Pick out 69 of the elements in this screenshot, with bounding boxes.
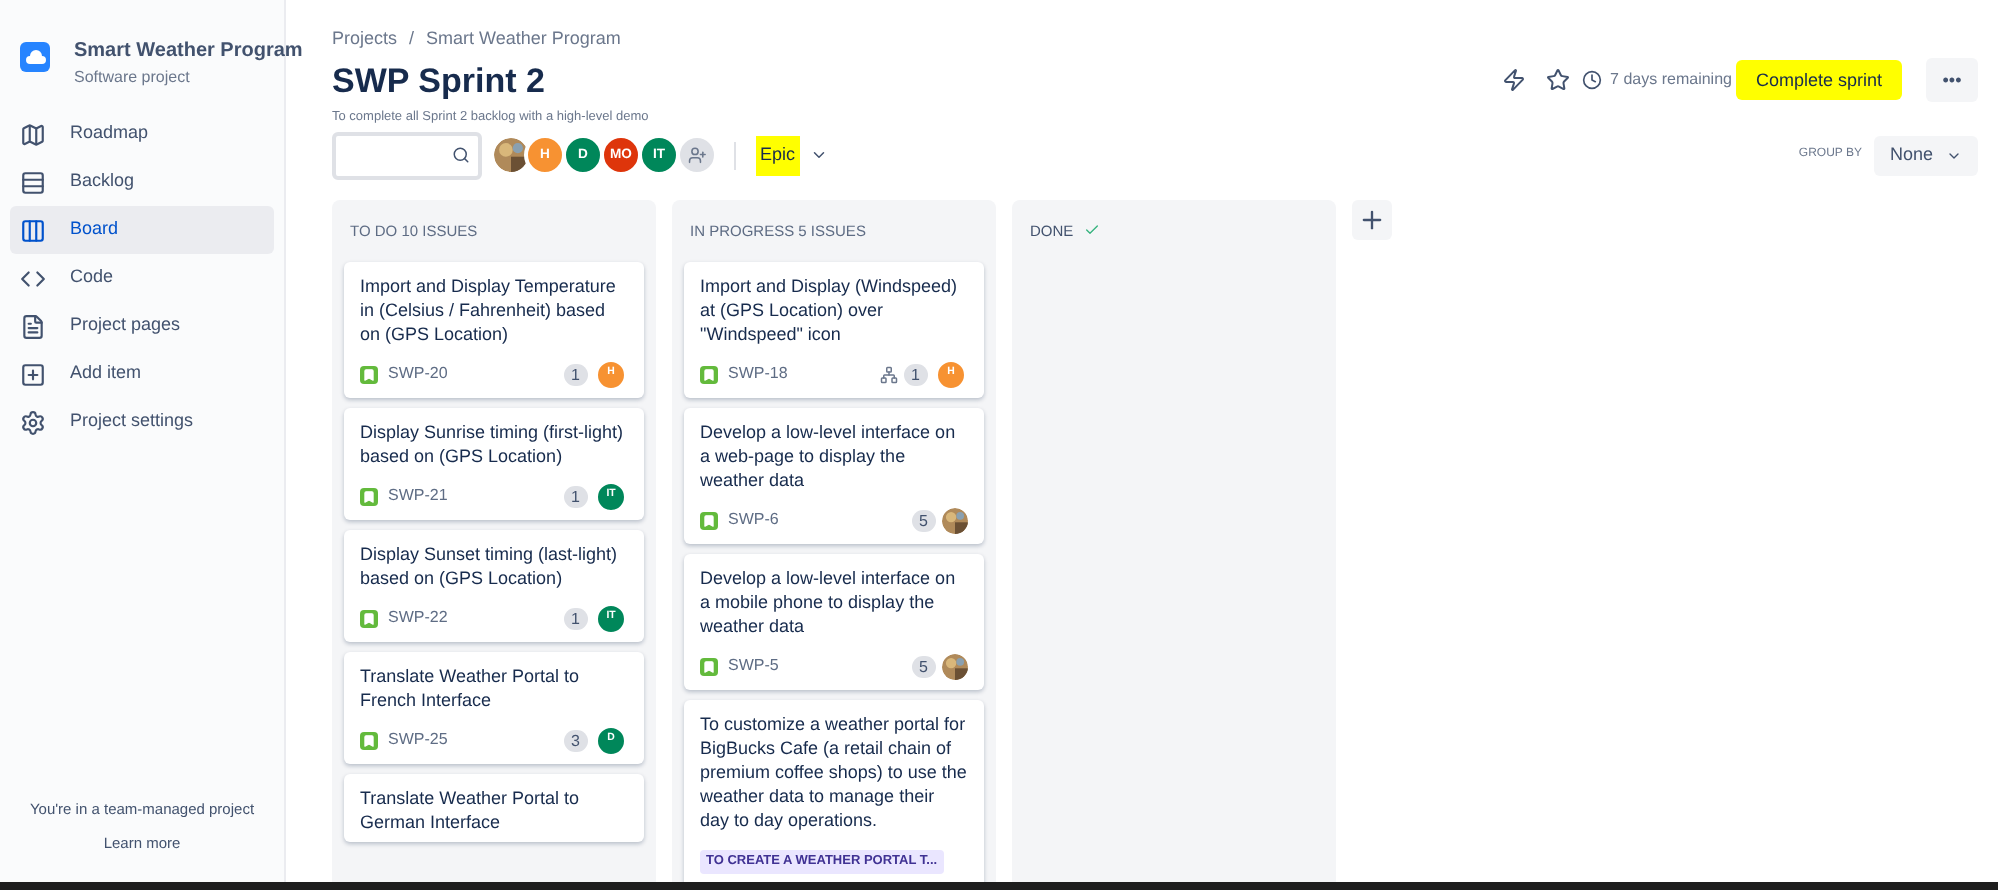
issue-key[interactable]: SWP-18 [728,362,788,386]
code-icon [20,265,46,291]
roadmap-icon [20,121,46,147]
board-icon [20,217,46,243]
story-icon [700,511,718,529]
lightning-icon[interactable] [1502,68,1527,93]
group-by-select[interactable]: None [1874,135,1978,176]
story-icon [360,365,378,383]
sidebar-item[interactable]: Project settings [10,398,274,446]
search-field[interactable] [332,131,482,180]
add-icon [20,361,46,387]
issue-summary: Display Sunset timing (last-light) based on (GPS Location) [360,542,620,590]
sidebar-item[interactable]: Add item [10,350,274,398]
issue-summary: Translate Weather Portal to French Interface [360,664,582,712]
breadcrumb-link[interactable]: Projects [332,26,398,53]
issue-key[interactable]: SWP-20 [388,362,448,386]
search-icon [452,146,470,165]
project-logo-icon [20,42,50,72]
story-points: 5 [911,655,936,677]
sidebar-item[interactable]: Roadmap [10,110,274,158]
story-points: 3 [563,729,588,751]
issue-key[interactable]: SWP-21 [388,484,448,508]
settings-icon [20,409,46,435]
story-icon [360,487,378,505]
story-points: 1 [563,363,588,385]
avatar-icon [494,138,528,173]
story-icon [700,365,718,383]
story-points: 1 [903,363,928,385]
project-type: Software project [74,66,192,90]
avatar-icon [942,507,968,533]
more-button[interactable]: ••• [1926,58,1978,103]
story-points: 5 [911,509,936,531]
issue-summary: Develop a low-level interface on a web-page to display the weather data [700,420,958,492]
add-user-icon [687,146,707,165]
clock-icon [1582,70,1603,91]
issue-summary: Display Sunrise timing (first-light) based on (GPS Location) [360,420,626,468]
sidebar-item[interactable]: Code [10,254,274,302]
issue-card[interactable]: Develop a low-level interface on a web-page to display the weather data SWP-6 5 [684,408,984,544]
issue-summary: Import and Display Temperature in (Celsius / Fahrenheit) based on (GPS Location) [360,274,618,346]
issue-summary: Import and Display (Windspeed) at (GPS Location) over "Windspeed" icon [700,274,960,346]
issue-key[interactable]: SWP-22 [388,606,448,630]
story-icon [360,609,378,627]
issue-summary: To customize a weather portal for BigBucks Cafe (a retail chain of premium coffee shops) to use the weather data to manage their day to day operations. [700,712,968,832]
story-icon [700,657,718,675]
plus-icon [1358,205,1386,234]
star-icon[interactable] [1546,68,1571,93]
issue-key[interactable]: SWP-25 [388,728,448,752]
issue-card[interactable]: Translate Weather Portal to German Interface [344,774,644,842]
issue-key[interactable]: SWP-5 [728,654,779,678]
breadcrumb-separator: / [409,26,415,52]
issue-summary: Develop a low-level interface on a mobile phone to display the weather data [700,566,958,638]
days-remaining: 7 days remaining [1610,68,1732,93]
issue-key[interactable]: SWP-6 [728,508,779,532]
avatar-icon [942,653,968,679]
sidebar-item[interactable]: Board [10,206,274,254]
issue-summary: Translate Weather Portal to German Interface [360,786,582,834]
story-icon [360,731,378,749]
project-name: Smart Weather Program [74,38,303,66]
sidebar-item[interactable]: Backlog [10,158,274,206]
issue-card[interactable]: Develop a low-level interface on a mobile phone to display the weather data SWP-5 5 [684,554,984,690]
story-points: 1 [563,607,588,629]
check-icon [1083,222,1100,239]
story-points: 1 [563,485,588,507]
page-icon [20,313,46,339]
complete-sprint-button[interactable]: Complete sprint [1735,60,1902,101]
sprint-title: SWP Sprint 2 [332,59,545,103]
add-column-button[interactable] [1352,199,1392,240]
sidebar-item[interactable]: Project pages [10,302,274,350]
breadcrumb-link[interactable]: Smart Weather Program [426,26,621,53]
